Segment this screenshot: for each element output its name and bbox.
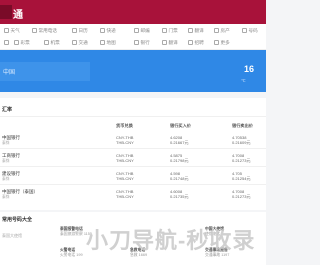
bank-sub: 泰铢 (2, 177, 10, 181)
nav-item-job[interactable]: 招聘 (188, 37, 204, 48)
exchange-rate-title: 汇率 (2, 107, 13, 113)
weather-icon (4, 28, 9, 33)
logo-icon[interactable] (0, 5, 12, 19)
buy-price: 4.6208 0.21667元 (170, 135, 189, 145)
buy-price: 4.598 0.21748元 (170, 171, 189, 181)
sell-price: 4.705 0.21254元 (232, 171, 251, 181)
mail-icon (134, 28, 139, 33)
map-icon (100, 40, 105, 45)
divider (0, 184, 266, 185)
ticket-icon (162, 28, 167, 33)
phone-icon (32, 28, 37, 33)
currency-pair: CNY-THB THB-CNY (116, 135, 134, 145)
phone-entry[interactable]: 火警电话 火警电话 199 (60, 248, 83, 258)
bank-sub: 泰铢 (2, 159, 10, 163)
phone-numbers-title: 常用号码大全 (2, 217, 33, 223)
nav-item-house[interactable]: 房产 (214, 25, 230, 36)
bank-sub: 泰铢 (2, 195, 10, 199)
nav-item-traffic[interactable]: 交通 (72, 37, 88, 48)
job-icon (188, 40, 193, 45)
nav-item-delivery[interactable]: 快递 (100, 25, 116, 36)
square-icon (4, 40, 9, 45)
bank-sub: 泰铢 (2, 141, 10, 145)
sell-price: 4.70538 0.21609元 (232, 135, 251, 145)
bank-icon (134, 40, 139, 45)
divider (0, 148, 266, 149)
watermark: 小刀导航-秒收录 (86, 228, 256, 253)
header-buy: 银行买入价 (170, 123, 191, 128)
currency-pair: CNY-THB THB-CNY (116, 153, 134, 163)
nav-item-lottery[interactable]: 彩票 (14, 37, 30, 48)
nav-item-mail[interactable]: 邮编 (134, 25, 150, 36)
delivery-icon (100, 28, 105, 33)
traffic-icon (72, 40, 77, 45)
house-icon (214, 28, 219, 33)
search-input[interactable]: 中国 (0, 62, 90, 81)
nav-item-more[interactable]: 更多 (214, 37, 230, 48)
temperature-unit: ℃ (241, 78, 246, 83)
flight-icon (44, 40, 49, 45)
translate-icon (162, 40, 167, 45)
top-bar: 通 (0, 0, 266, 24)
translate-icon (188, 28, 193, 33)
nav-item-map[interactable]: 地图 (100, 37, 116, 48)
hero-banner: 中国 16 ℃ (0, 50, 266, 92)
nav-item-number[interactable]: 号码 (242, 25, 258, 36)
exchange-rate-card: 汇率 货币兑换 银行买入价 银行卖出价 中国银行 泰铢 CNY-THB THB-C… (0, 98, 266, 210)
nav-item-weather[interactable]: 天气 (4, 25, 20, 36)
category-nav: 天气 常用电话 日历 快递 邮编 门票 翻译 房产 号码 彩票 机票 交通 地图… (0, 24, 266, 50)
calendar-icon (72, 28, 77, 33)
sell-price: 4.7008 0.21273元 (232, 189, 251, 199)
site-logo-text[interactable]: 通 (13, 6, 23, 21)
nav-item-translate[interactable]: 翻译 (188, 25, 204, 36)
nav-item-translate-2[interactable]: 翻译 (162, 37, 178, 48)
nav-item-flight[interactable]: 机票 (44, 37, 60, 48)
lottery-icon (14, 40, 19, 45)
embassy-label: 泰国大使馆 (2, 233, 22, 238)
currency-pair: CNY-THB THB-CNY (116, 171, 134, 181)
header-sell: 银行卖出价 (232, 123, 253, 128)
number-icon (242, 28, 247, 33)
more-icon (214, 40, 219, 45)
temperature-value: 16 (244, 64, 255, 74)
divider (0, 116, 266, 117)
divider (0, 166, 266, 167)
buy-price: 4.5875 0.21798元 (170, 153, 189, 163)
nav-item-calendar[interactable]: 日历 (72, 25, 88, 36)
buy-price: 4.6008 0.21735元 (170, 189, 189, 199)
header-pair: 货币兑换 (116, 123, 133, 128)
currency-pair: CNY-THB THB-CNY (116, 189, 134, 199)
sell-price: 4.7008 0.21273元 (232, 153, 251, 163)
nav-item-bank[interactable]: 银行 (134, 37, 150, 48)
nav-item-ticket[interactable]: 门票 (162, 25, 178, 36)
nav-item-phone[interactable]: 常用电话 (32, 25, 57, 36)
nav-item-square[interactable] (4, 37, 11, 48)
